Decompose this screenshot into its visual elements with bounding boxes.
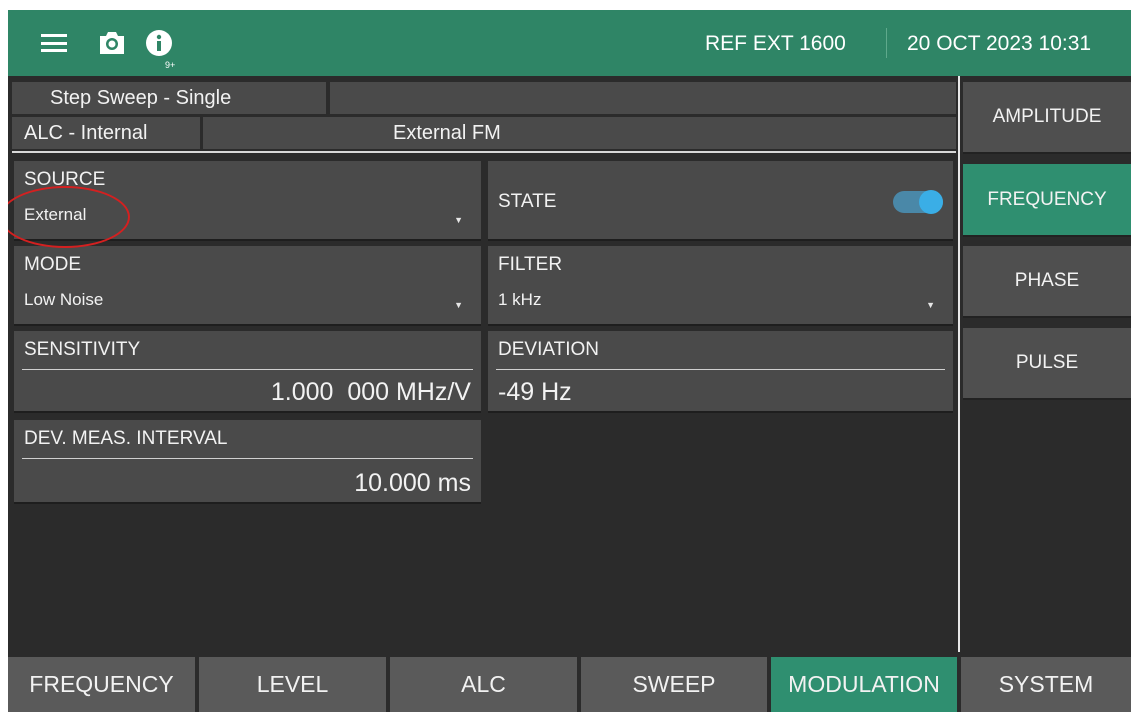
deviation-readout: DEVIATION -49 Hz bbox=[488, 331, 953, 413]
modulation-status: External FM bbox=[203, 117, 956, 149]
field-underline bbox=[496, 369, 945, 370]
side-frequency-button[interactable]: FREQUENCY bbox=[963, 164, 1131, 237]
hamburger-menu-icon[interactable] bbox=[40, 34, 68, 52]
state-toggle[interactable] bbox=[893, 190, 943, 214]
sweep-mode-status: Step Sweep - Single bbox=[12, 82, 326, 114]
deviation-value: -49 Hz bbox=[498, 378, 572, 406]
state-label: STATE bbox=[498, 191, 557, 212]
date-time: 20 OCT 2023 10:31 bbox=[907, 32, 1092, 55]
header-divider bbox=[886, 28, 887, 58]
field-underline bbox=[22, 369, 473, 370]
filter-dropdown[interactable]: FILTER 1 kHz ▼ bbox=[488, 246, 953, 326]
mode-value: Low Noise bbox=[24, 290, 104, 309]
notification-badge: 9+ bbox=[165, 60, 176, 70]
tab-modulation[interactable]: MODULATION bbox=[771, 657, 959, 712]
tab-alc[interactable]: ALC bbox=[390, 657, 579, 712]
dropdown-arrow-icon: ▼ bbox=[454, 300, 463, 310]
sensitivity-label: SENSITIVITY bbox=[24, 339, 141, 360]
tab-system[interactable]: SYSTEM bbox=[961, 657, 1131, 712]
toggle-knob bbox=[919, 190, 943, 214]
mode-dropdown[interactable]: MODE Low Noise ▼ bbox=[14, 246, 481, 326]
tab-frequency[interactable]: FREQUENCY bbox=[8, 657, 197, 712]
dropdown-arrow-icon: ▼ bbox=[454, 215, 463, 225]
instrument-screen: 9+ REF EXT 1600 20 OCT 2023 10:31 Step S… bbox=[8, 10, 1131, 712]
filter-value: 1 kHz bbox=[498, 290, 542, 309]
interval-value: 10.000 ms bbox=[354, 469, 471, 497]
dropdown-arrow-icon: ▼ bbox=[926, 300, 935, 310]
sensitivity-value: 1.000 000 MHz/V bbox=[270, 378, 471, 406]
filter-label: FILTER bbox=[498, 254, 563, 275]
side-menu-divider bbox=[958, 76, 960, 652]
state-control: STATE bbox=[488, 161, 953, 241]
info-icon[interactable] bbox=[144, 28, 174, 58]
deviation-label: DEVIATION bbox=[498, 339, 599, 360]
tab-sweep[interactable]: SWEEP bbox=[581, 657, 769, 712]
field-underline bbox=[22, 458, 473, 459]
status-divider bbox=[12, 151, 956, 153]
dev-meas-interval-field[interactable]: DEV. MEAS. INTERVAL 10.000 ms bbox=[14, 420, 481, 504]
alc-status: ALC - Internal bbox=[12, 117, 200, 149]
side-pulse-button[interactable]: PULSE bbox=[963, 328, 1131, 400]
status-blank-cell bbox=[330, 82, 956, 114]
side-phase-button[interactable]: PHASE bbox=[963, 246, 1131, 318]
side-amplitude-button[interactable]: AMPLITUDE bbox=[963, 82, 1131, 154]
reference-status: REF EXT 1600 bbox=[705, 32, 846, 55]
mode-label: MODE bbox=[24, 254, 81, 275]
top-header-bar: 9+ REF EXT 1600 20 OCT 2023 10:31 bbox=[8, 10, 1131, 76]
interval-label: DEV. MEAS. INTERVAL bbox=[24, 428, 228, 449]
camera-icon[interactable] bbox=[96, 28, 128, 58]
tab-level[interactable]: LEVEL bbox=[199, 657, 388, 712]
sensitivity-field[interactable]: SENSITIVITY 1.000 000 MHz/V bbox=[14, 331, 481, 413]
